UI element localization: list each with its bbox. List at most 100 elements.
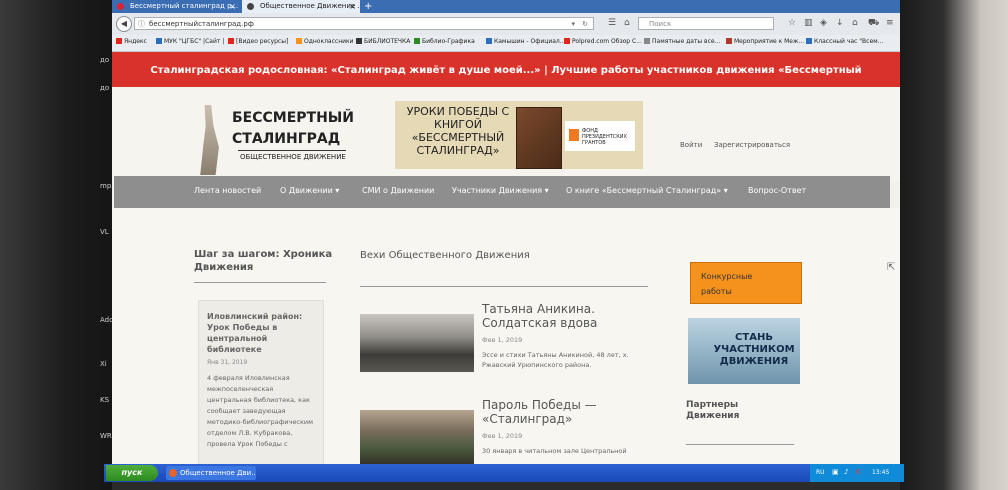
desktop-icon-label: Xi — [100, 360, 107, 368]
promo-banner[interactable]: УРОКИ ПОБЕДЫ С КНИГОЙ «БЕССМЕРТНЫЙ СТАЛИ… — [395, 101, 643, 169]
nav-item-faq[interactable]: Вопрос-Ответ — [748, 186, 806, 195]
start-label: пуск — [121, 468, 143, 477]
statue-logo-icon[interactable] — [200, 105, 219, 175]
news-card-excerpt: 4 февраля Иловлинская межпоселенческая ц… — [207, 374, 314, 448]
desktop-icon-label: VL — [100, 228, 109, 236]
site-icon — [156, 38, 162, 44]
logo-title-line1[interactable]: БЕССМЕРТНЫЙ — [232, 110, 354, 126]
divider — [686, 444, 794, 445]
bookmarks-bar: Яндекс МУК "ЦГБС" |Сайт | [Видео ресурсы… — [112, 35, 900, 52]
youtube-icon — [228, 38, 234, 44]
tab-label: Бессмертный сталинград р... — [130, 2, 239, 10]
article-date: Фев 1, 2019 — [482, 432, 523, 440]
browser-tab[interactable]: Бессмертный сталинград р... × — [112, 0, 240, 13]
main-content: Шаг за шагом: Хроника Движения Иловлинск… — [112, 208, 900, 482]
bookmark-item[interactable]: Памятные даты все... — [644, 38, 720, 45]
library-icon[interactable]: ▥ — [804, 18, 813, 28]
cart-icon[interactable]: ⛟ — [868, 18, 879, 29]
contest-label: Конкурсные работы — [701, 272, 753, 296]
firefox-icon — [169, 469, 177, 477]
info-icon[interactable]: ⓘ — [138, 18, 145, 31]
yandex-icon — [116, 38, 122, 44]
news-card-title[interactable]: Иловлинский район: Урок Победы в централ… — [207, 311, 319, 355]
article-title[interactable]: Пароль Победы — «Сталинград» — [482, 398, 650, 426]
desktop-icon-label: до — [100, 56, 110, 64]
search-input[interactable]: Поиск — [638, 17, 774, 30]
nav-item-book[interactable]: О книге «Бессмертный Сталинград» ▾ — [566, 186, 728, 195]
bookmark-item[interactable]: Библио-Графика — [414, 38, 475, 45]
bookmark-item[interactable]: Классный час "Всем... — [806, 38, 883, 45]
article-thumbnail[interactable] — [360, 410, 474, 468]
bookmarks-menu-icon[interactable]: ☰ — [608, 18, 616, 28]
tab-strip: Бессмертный сталинград р... × Общественн… — [112, 0, 900, 13]
article-item[interactable]: Татьяна Аникина. Солдатская вдова Фев 1,… — [360, 302, 650, 382]
bookmark-item[interactable]: Камышин - Официал... — [486, 38, 565, 45]
address-bar[interactable]: ⓘ бессмертныйсталинград.рф ▾ ↻ — [134, 17, 594, 30]
network-icon[interactable]: ▣ — [832, 468, 839, 476]
login-link[interactable]: Войти — [680, 141, 702, 149]
bookmark-item[interactable]: Мероприятие к Меж... — [726, 38, 804, 45]
nav-item-media[interactable]: СМИ о Движении — [362, 186, 434, 195]
book-cover-image — [516, 107, 562, 169]
contest-works-button[interactable]: Конкурсные работы — [690, 262, 802, 304]
close-icon[interactable]: × — [229, 0, 236, 13]
bookmark-item[interactable]: БИБЛИОТЕЧКА — [356, 38, 410, 45]
browser-tab-active[interactable]: Общественное Движение ... × — [242, 0, 360, 13]
navigation-toolbar: ◀ ⓘ бессмертныйсталинград.рф ▾ ↻ ☰ ⌂ Пои… — [112, 13, 900, 36]
close-icon[interactable]: × — [349, 0, 356, 13]
register-link[interactable]: Зарегистрироваться — [714, 141, 790, 149]
article-excerpt: Эссе и стихи Татьяны Аникиной, 48 лет, х… — [482, 351, 629, 369]
favicon-icon — [247, 3, 254, 10]
news-card[interactable]: Иловлинский район: Урок Победы в централ… — [198, 300, 324, 482]
site-header: БЕССМЕРТНЫЙ СТАЛИНГРАД ОБЩЕСТВЕННОЕ ДВИЖ… — [112, 87, 900, 182]
site-icon — [726, 38, 732, 44]
divider — [194, 282, 326, 283]
nav-item-about[interactable]: О Движении ▾ — [280, 186, 339, 195]
article-date: Фев 1, 2019 — [482, 336, 523, 344]
taskbar: пуск Общественное Дви... RU ▣ ♪ K 13:45 — [104, 464, 904, 482]
dropdown-icon[interactable]: ▾ — [571, 18, 575, 31]
star-icon[interactable]: ☆ — [788, 18, 796, 28]
nav-item-news[interactable]: Лента новостей — [194, 186, 261, 195]
site-icon — [806, 38, 812, 44]
language-indicator[interactable]: RU — [816, 469, 825, 476]
top-banner-link[interactable]: Сталинградская родословная: «Сталинград … — [112, 52, 900, 114]
bookmark-item[interactable]: МУК "ЦГБС" |Сайт | — [156, 38, 224, 45]
bookmark-item[interactable]: [Видео ресурсы] — [228, 38, 288, 45]
back-icon[interactable]: ◀ — [116, 16, 132, 32]
article-title[interactable]: Татьяна Аникина. Солдатская вдова — [482, 302, 650, 330]
bookmark-item[interactable]: Polpred.com Обзор С... — [564, 38, 642, 45]
logo-title-line2[interactable]: СТАЛИНГРАД — [232, 131, 340, 147]
article-thumbnail[interactable] — [360, 314, 474, 372]
pocket-icon[interactable]: ◈ — [820, 18, 827, 28]
clock[interactable]: 13:45 — [872, 469, 889, 476]
volume-icon[interactable]: ♪ — [844, 468, 848, 476]
bookmark-item[interactable]: Яндекс — [116, 38, 147, 45]
taskbar-window-button[interactable]: Общественное Дви... — [166, 466, 256, 480]
antivirus-icon[interactable]: K — [856, 468, 861, 476]
become-participant-banner[interactable]: СТАНЬ УЧАСТНИКОМ ДВИЖЕНИЯ — [688, 318, 800, 384]
tab-label: Общественное Движение ... — [260, 2, 360, 10]
favicon-icon — [117, 3, 124, 10]
folder-icon — [356, 38, 362, 44]
new-tab-icon[interactable]: + — [364, 0, 372, 13]
grant-fund-logo: ФОНД ПРЕЗИДЕНТСКИХ ГРАНТОВ — [565, 121, 635, 151]
reload-icon[interactable]: ↻ — [582, 18, 588, 31]
fund-name: ФОНД ПРЕЗИДЕНТСКИХ ГРАНТОВ — [582, 128, 627, 146]
home-icon[interactable]: ⌂ — [624, 18, 630, 28]
site-icon — [414, 38, 420, 44]
address-text: бессмертныйсталинград.рф — [149, 20, 254, 28]
odnoklassniki-icon — [296, 38, 302, 44]
logo-divider — [238, 150, 346, 151]
home-page-icon[interactable]: ⌂ — [852, 18, 858, 28]
menu-icon[interactable]: ≡ — [886, 18, 894, 28]
download-icon[interactable]: ↓ — [836, 18, 844, 28]
milestones-heading: Вехи Общественного Движения — [360, 250, 530, 261]
bookmark-item[interactable]: Одноклассники — [296, 38, 354, 45]
monitor-bezel-left — [0, 0, 112, 490]
browser-window: Бессмертный сталинград р... × Общественн… — [112, 0, 900, 482]
nav-item-participants[interactable]: Участники Движения ▾ — [452, 186, 549, 195]
start-button[interactable]: пуск — [106, 465, 158, 481]
site-icon — [564, 38, 570, 44]
desktop-icon-label: до — [100, 84, 110, 92]
